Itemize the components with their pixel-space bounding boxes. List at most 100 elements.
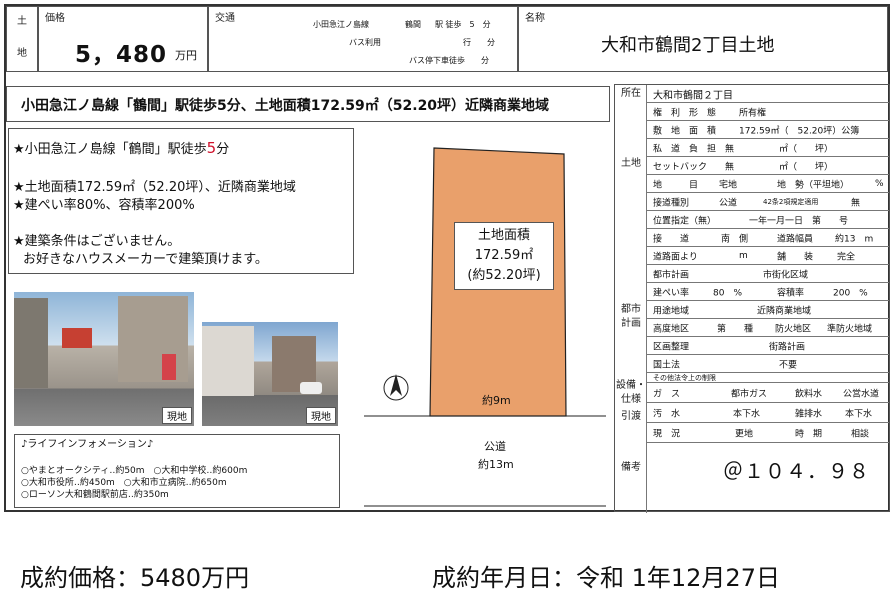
area-label: 敷 地 面 積 [653, 126, 717, 136]
frontage-dir: 南 側 [721, 234, 749, 244]
far-value: 200 % [833, 288, 868, 298]
life-info-line: ○ローソン大和鶴間駅前店‥約350m [21, 490, 169, 500]
price-value: 5，480 [75, 42, 168, 68]
spec-row-sewage: 汚 水 本下水 雑排水 本下水 [647, 403, 889, 423]
name-label: 名称 [525, 13, 545, 24]
sewage-value: 本下水 [733, 409, 761, 419]
city-section: 都市計画 [621, 304, 641, 329]
traffic-box: 交通 小田急江ノ島線 鶴間 駅 徒歩 5 分 バス利用 行 分 バス停下車徒歩 … [208, 6, 518, 72]
road-from-value: m [739, 250, 748, 261]
sign-shape [162, 354, 176, 380]
road-width-value-spec: 約13 m [835, 234, 874, 244]
fire-value: 準防火地域 [827, 324, 873, 334]
spec-row-readjust: 区画整理 街路計画 [647, 337, 889, 355]
spec-row-location: 大和市鶴間２丁目 [647, 85, 889, 103]
fire-label: 防火地区 [775, 324, 812, 334]
terrain-value: % [875, 178, 884, 189]
other-label: その他法令上の制限 [653, 373, 716, 382]
readjust-value: 街路計画 [769, 342, 806, 352]
land-tag-bottom: 地 [17, 48, 27, 59]
feature-ratio: ★建ぺい率80%、容積率200% [13, 198, 195, 213]
gas-label: ガ ス [653, 389, 681, 399]
feature-station-suffix: 分 [216, 142, 230, 157]
spec-category-column [615, 85, 647, 513]
readjust-label: 区画整理 [653, 342, 690, 352]
private-road-value: 無 ㎡（ 坪） [725, 144, 834, 154]
sewage-label: 汚 水 [653, 409, 681, 419]
area-value-spec: 172.59㎡（ 52.20坪）公簿 [739, 126, 860, 136]
contract-date: 成約年月日：令和 1年12月27日 [432, 564, 780, 592]
north-arrow-icon [390, 374, 402, 396]
spec-row-other: その他法令上の制限 [647, 373, 889, 383]
road-width-label-spec: 道路幅員 [777, 234, 814, 244]
site-photo-1: 現地 [14, 292, 194, 426]
position-label: 位置指定（無） [653, 216, 717, 226]
building-shape [202, 326, 254, 396]
cityplan-label: 都市計画 [653, 270, 690, 280]
spec-row-area: 敷 地 面 積 172.59㎡（ 52.20坪）公簿 [647, 121, 889, 139]
feature-no-condition: ★建築条件はございません。 [13, 234, 181, 249]
bus-go: 行 分 [463, 38, 495, 47]
spec-table: 所在 土地 都市計画 設備・ 仕様 引渡 備考 大和市鶴間２丁目 権 利 形 態… [614, 84, 890, 513]
rights-label: 権 利 形 態 [653, 108, 717, 118]
spec-row-setback: セットバック 無 ㎡（ 坪） [647, 157, 889, 175]
headline-box: 小田急江ノ島線「鶴間」駅徒歩5分、土地面積172.59㎡（52.20坪）近隣商業… [6, 86, 610, 122]
status-label: 現 況 [653, 429, 681, 439]
land-tag: 土 地 [6, 6, 38, 72]
spec-row-ratio: 建ぺい率 80 % 容積率 200 % [647, 283, 889, 301]
category-label: 地 目 [653, 180, 699, 190]
location-label: 所在 [621, 88, 641, 99]
headline: 小田急江ノ島線「鶴間」駅徒歩5分、土地面積172.59㎡（52.20坪）近隣商業… [21, 98, 550, 114]
land-section: 土地 [621, 158, 641, 169]
area-value: 172.59㎡ [474, 248, 534, 263]
timing-value: 相談 [851, 429, 870, 439]
paved-label: 舗 装 [777, 252, 814, 262]
facility-section-1: 設備・ [616, 380, 646, 391]
road-from-label: 道路面より [653, 252, 698, 262]
spec-row-cityplan: 都市計画 市街化区域 [647, 265, 889, 283]
road-width-label: 約13m [478, 458, 514, 471]
feature-area: ★土地面積172.59㎡（52.20坪）、近隣商業地域 [13, 180, 296, 195]
feature-station: ★小田急江ノ島線「鶴間」駅徒歩5分 [13, 139, 229, 159]
setback-value: 無 ㎡（ 坪） [725, 162, 834, 172]
name-box: 名称 大和市鶴間2丁目土地 [518, 6, 888, 72]
photo-caption: 現地 [306, 407, 336, 424]
frontage-label-spec: 接 道 [653, 234, 690, 244]
feature-station-prefix: ★小田急江ノ島線「鶴間」駅徒歩 [13, 142, 207, 157]
terrain-label: 地 勢（平坦地） [777, 180, 850, 190]
area-label-box: 土地面積 172.59㎡ (約52.20坪) [454, 222, 554, 290]
traffic-station: 鶴間 [405, 20, 421, 29]
art42-label: 42条2項規定適用 [763, 197, 819, 206]
remarks-label: 備考 [621, 462, 641, 473]
feature-station-minutes: 5 [206, 139, 217, 157]
area-tsubo: (約52.20坪) [467, 268, 541, 283]
traffic-walk: 駅 徒歩 5 分 [435, 20, 491, 29]
coverage-label: 建ぺい率 [653, 288, 690, 298]
features-box: ★小田急江ノ島線「鶴間」駅徒歩5分 ★土地面積172.59㎡（52.20坪）、近… [8, 128, 354, 274]
property-name: 大和市鶴間2丁目土地 [601, 35, 775, 56]
delivery-section: 引渡 [621, 411, 641, 422]
spec-row-status: 現 況 更地 時 期 相談 [647, 423, 889, 443]
national-value: 不要 [779, 360, 798, 370]
bus-use: バス利用 [349, 38, 381, 47]
sign-shape [62, 328, 92, 348]
timing-label: 時 期 [795, 429, 823, 439]
drain-value: 本下水 [845, 409, 873, 419]
spec-row-zone: 用途地域 近隣商業地域 [647, 301, 889, 319]
national-label: 国土法 [653, 360, 681, 370]
spec-row-frontage: 接 道 南 側 道路幅員 約13 m [647, 229, 889, 247]
price-unit: 万円 [175, 49, 197, 62]
drain-label: 雑排水 [795, 409, 823, 419]
bus-stop-walk: バス停下車徒歩 分 [409, 56, 489, 65]
contract-price: 成約価格：5480万円 [20, 564, 250, 592]
rights-value: 所有権 [739, 108, 767, 118]
spec-row-category: 地 目 宅地 地 勢（平坦地）% [647, 175, 889, 193]
spec-rows: 大和市鶴間２丁目 権 利 形 態 所有権 敷 地 面 積 172.59㎡（ 52.2… [647, 85, 889, 513]
spec-row-position: 位置指定（無） 一年一月一日 第 号 [647, 211, 889, 229]
building-shape [14, 298, 48, 388]
road-type-label: 接道種別 [653, 198, 690, 208]
spec-row-gas: ガ ス 都市ガス 飲料水 公営水道 [647, 383, 889, 403]
zone-value: 近隣商業地域 [757, 306, 812, 316]
coverage-value: 80 % [713, 288, 743, 298]
traffic-label: 交通 [215, 13, 235, 24]
